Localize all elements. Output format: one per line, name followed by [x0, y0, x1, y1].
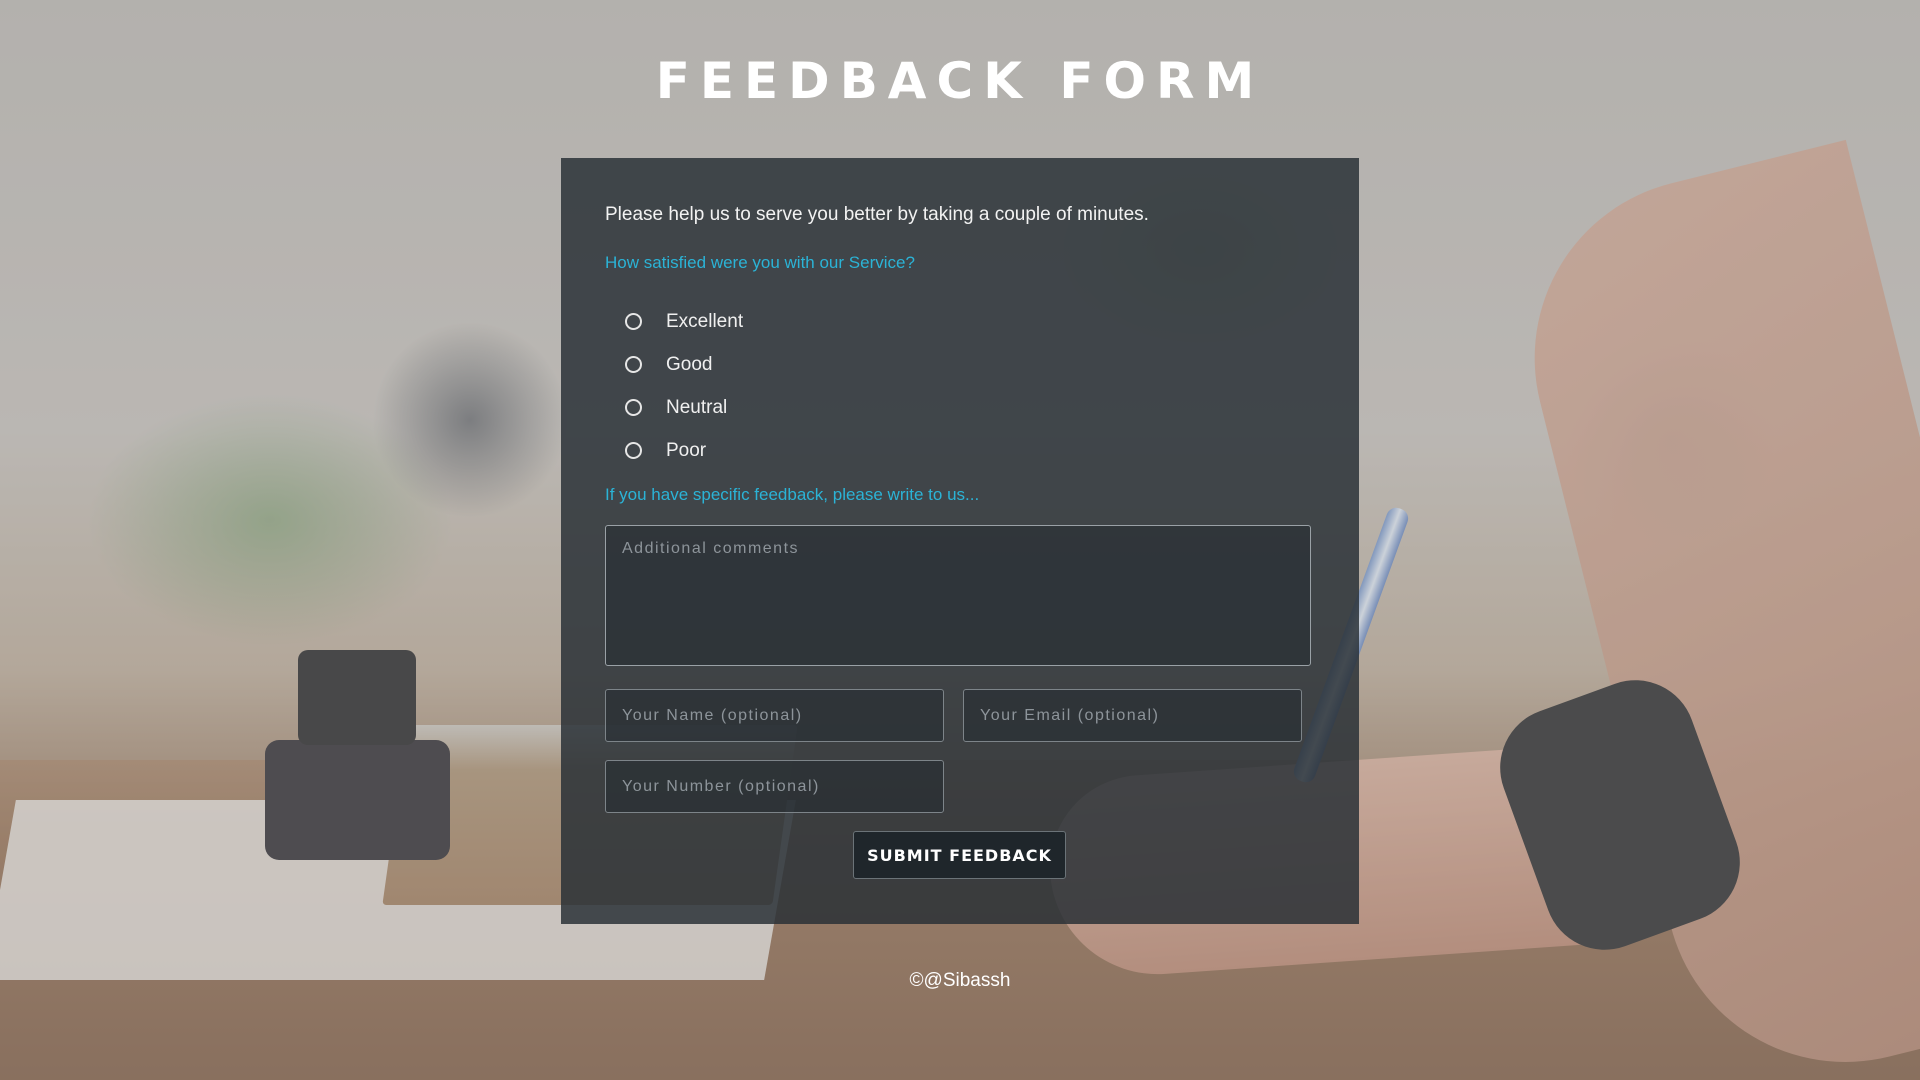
option-label: Excellent — [666, 310, 744, 332]
feedback-form-panel: Please help us to serve you better by ta… — [561, 158, 1359, 924]
form-intro-text: Please help us to serve you better by ta… — [605, 204, 1149, 225]
radio-button-icon[interactable] — [625, 356, 642, 373]
option-label: Poor — [666, 439, 707, 461]
page-title: FEEDBACK FORM — [655, 52, 1265, 110]
submit-feedback-button[interactable]: SUBMIT FEEDBACK — [853, 831, 1066, 879]
number-field[interactable] — [605, 760, 944, 813]
additional-comments-field[interactable] — [605, 525, 1311, 666]
radio-button-icon[interactable] — [625, 442, 642, 459]
option-neutral[interactable]: Neutral — [625, 386, 743, 429]
radio-button-icon[interactable] — [625, 313, 642, 330]
footer-credit: ©@Sibassh — [909, 970, 1011, 991]
option-excellent[interactable]: Excellent — [625, 300, 743, 343]
feedback-prompt: If you have specific feedback, please wr… — [605, 485, 980, 504]
satisfaction-options: Excellent Good Neutral Poor — [625, 300, 743, 472]
name-field[interactable] — [605, 689, 944, 742]
option-poor[interactable]: Poor — [625, 429, 743, 472]
option-label: Neutral — [666, 396, 728, 418]
option-good[interactable]: Good — [625, 343, 743, 386]
option-label: Good — [666, 353, 713, 375]
satisfaction-question: How satisfied were you with our Service? — [605, 253, 915, 272]
radio-button-icon[interactable] — [625, 399, 642, 416]
email-field[interactable] — [963, 689, 1302, 742]
